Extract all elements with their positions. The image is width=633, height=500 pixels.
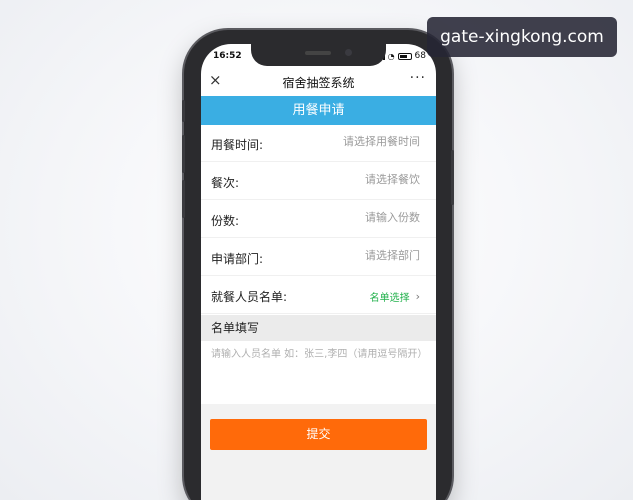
submit-button[interactable]: 提交	[210, 419, 427, 450]
camera-icon	[345, 49, 352, 56]
form-banner: 用餐申请	[201, 96, 436, 125]
phone-screen: 16:52 ◔ 68 × 宿舍抽签系统 ··· 用餐申请 用餐时间: 餐次: 份…	[201, 44, 436, 500]
portion-label: 份数:	[211, 214, 240, 228]
phone-notch	[251, 44, 386, 66]
meal-time-label: 用餐时间:	[211, 138, 264, 152]
diner-list-row[interactable]: 就餐人员名单: 名单选择 ›	[201, 277, 436, 314]
status-time: 16:52	[213, 51, 242, 61]
wifi-icon: ◔	[387, 51, 395, 61]
meal-type-label: 餐次:	[211, 176, 240, 190]
page-title: 宿舍抽签系统	[282, 76, 355, 90]
list-select-text: 名单选择	[369, 293, 410, 304]
department-label: 申请部门:	[211, 252, 264, 266]
meal-type-input[interactable]	[290, 173, 420, 186]
speaker-grille	[305, 51, 331, 55]
meal-time-input[interactable]	[290, 135, 420, 148]
chevron-right-icon: ›	[415, 290, 420, 303]
phone-side-button	[182, 180, 185, 218]
department-row[interactable]: 申请部门:	[201, 239, 436, 276]
portion-row[interactable]: 份数:	[201, 201, 436, 238]
name-list-textarea[interactable]	[207, 342, 429, 402]
section-title: 名单填写	[201, 315, 436, 341]
meal-type-row[interactable]: 餐次:	[201, 163, 436, 200]
meal-time-row[interactable]: 用餐时间:	[201, 125, 436, 162]
phone-side-button	[182, 100, 185, 122]
battery-icon	[397, 52, 412, 60]
watermark: gate-xingkong.com	[427, 17, 617, 57]
nav-bar: × 宿舍抽签系统 ···	[201, 68, 436, 96]
more-icon[interactable]: ···	[410, 70, 426, 86]
department-input[interactable]	[290, 249, 420, 262]
battery-level: 68	[414, 51, 426, 61]
list-select-link[interactable]: 名单选择 ›	[370, 289, 420, 304]
portion-input[interactable]	[290, 211, 420, 224]
diner-list-label: 就餐人员名单:	[211, 290, 288, 304]
phone-side-button	[451, 150, 454, 205]
phone-side-button	[182, 135, 185, 173]
